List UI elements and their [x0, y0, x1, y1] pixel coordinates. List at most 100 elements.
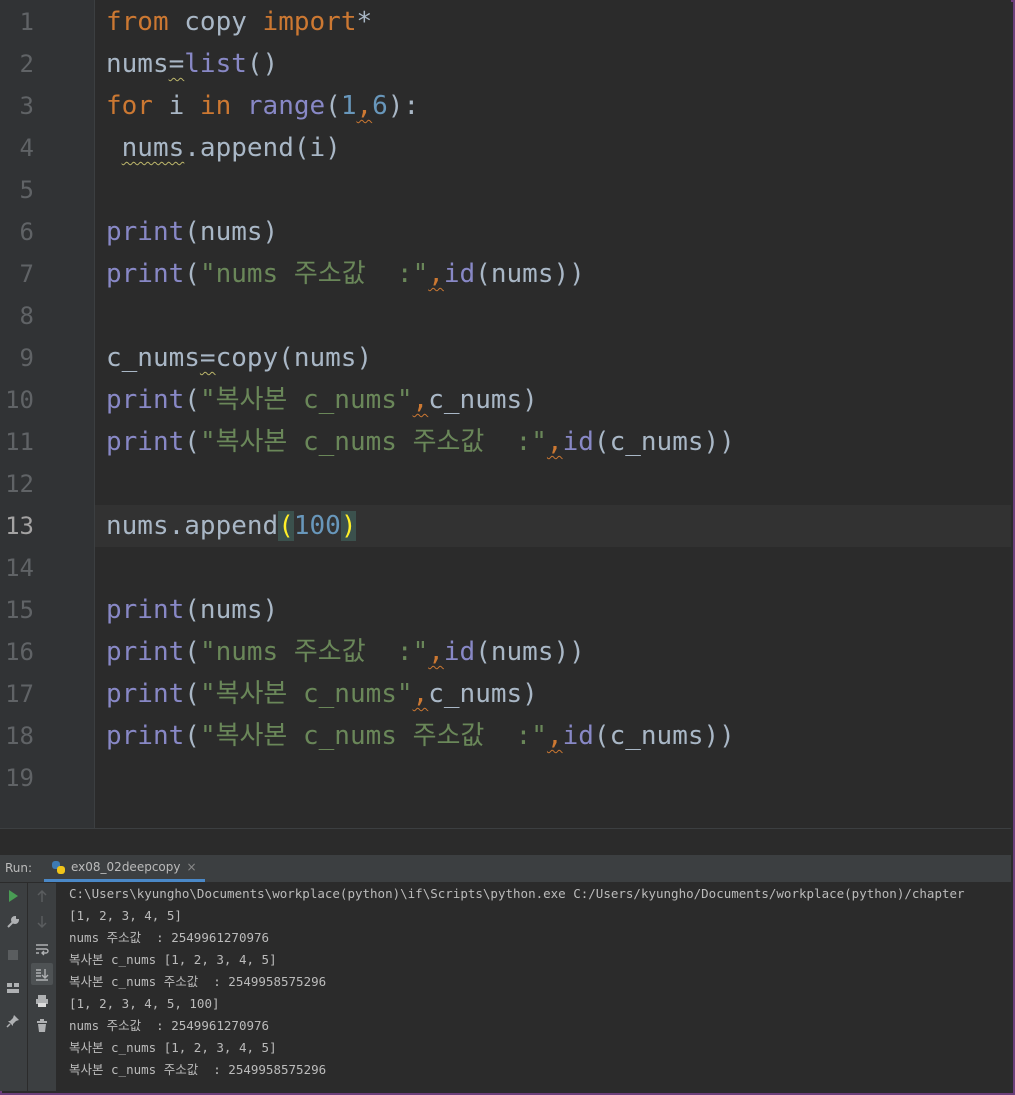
keyword: from: [106, 7, 169, 37]
args: (nums): [184, 217, 279, 247]
code-line[interactable]: print(nums): [106, 589, 278, 631]
comma: ,: [546, 721, 563, 751]
comma: ,: [412, 385, 429, 415]
string-literal: "복사본 c_nums": [199, 679, 413, 709]
code-line[interactable]: nums.append(i): [106, 127, 341, 169]
code-line[interactable]: print("nums 주소값 :",id(nums)): [106, 631, 585, 673]
line-number: 6: [19, 218, 34, 246]
line-number: 19: [5, 764, 34, 792]
args: c_nums): [428, 385, 538, 415]
comma: ,: [412, 679, 429, 709]
keyword: import: [262, 7, 357, 37]
builtin: range: [231, 91, 326, 121]
comma: ,: [428, 259, 444, 289]
code-line[interactable]: print(nums): [106, 211, 278, 253]
line-number-current: 13: [5, 512, 34, 540]
builtin: id: [443, 637, 476, 667]
string-literal: "nums 주소값 :": [199, 259, 429, 289]
run-tool-window-header: Run: ex08_02deepcopy ×: [0, 855, 1011, 883]
identifier: nums: [106, 49, 169, 79]
builtin: print: [106, 217, 185, 247]
paren: (: [184, 259, 200, 289]
code-line[interactable]: print("복사본 c_nums",c_nums): [106, 673, 538, 715]
layout-icon[interactable]: [2, 977, 24, 999]
args: (c_nums)): [593, 427, 735, 457]
builtin: id: [443, 259, 476, 289]
paren: (: [184, 637, 200, 667]
paren: (: [184, 385, 200, 415]
run-console-output[interactable]: C:\Users\kyungho\Documents\workplace(pyt…: [57, 883, 1011, 1091]
code-line[interactable]: for i in range(1,6):: [106, 85, 419, 127]
code-line[interactable]: print("복사본 c_nums 주소값 :",id(c_nums)): [106, 421, 735, 463]
comma: ,: [356, 91, 373, 121]
comma: ,: [546, 427, 563, 457]
up-arrow-icon[interactable]: [31, 885, 53, 907]
down-arrow-icon[interactable]: [31, 911, 53, 933]
line-number: 10: [5, 386, 34, 414]
code-line[interactable]: c_nums=copy(nums): [106, 337, 372, 379]
builtin: print: [106, 679, 185, 709]
identifier: nums: [121, 133, 185, 163]
python-file-icon: [52, 860, 65, 874]
line-number: 11: [5, 428, 34, 456]
line-number: 8: [19, 302, 34, 330]
module-name: copy: [168, 7, 263, 37]
code-line[interactable]: print("복사본 c_nums",c_nums): [106, 379, 538, 421]
line-number: 4: [19, 134, 34, 162]
line-number: 16: [5, 638, 34, 666]
string-literal: "복사본 c_nums": [199, 385, 413, 415]
console-line: 복사본 c_nums 주소값 : 2549958575296: [69, 1062, 327, 1077]
line-number: 14: [5, 554, 34, 582]
console-line: [1, 2, 3, 4, 5, 100]: [69, 996, 220, 1011]
console-line: nums 주소값 : 2549961270976: [69, 1018, 270, 1033]
line-number: 2: [19, 50, 34, 78]
line-number-gutter: 1 2 3 4 5 6 7 8 9 10 11 12 13 14 15 16 1…: [0, 0, 95, 828]
builtin: print: [106, 595, 185, 625]
run-toolbar-primary: [0, 883, 28, 1091]
method-call: .append(i): [184, 133, 341, 163]
code-line-current[interactable]: nums.append(100): [95, 505, 1011, 547]
line-number: 3: [19, 92, 34, 120]
print-icon[interactable]: [31, 990, 53, 1012]
paren: (: [325, 91, 341, 121]
run-toolbar-secondary: [28, 883, 57, 1091]
string-literal: "nums 주소값 :": [199, 637, 429, 667]
paren-match: (: [278, 511, 294, 541]
line-number: 17: [5, 680, 34, 708]
console-line: 복사본 c_nums [1, 2, 3, 4, 5]: [69, 1040, 277, 1055]
paren: (: [184, 427, 200, 457]
keyword: in: [199, 91, 232, 121]
pin-icon[interactable]: [2, 1010, 24, 1032]
soft-wrap-icon[interactable]: [31, 938, 53, 960]
code-line[interactable]: print("nums 주소값 :",id(nums)): [106, 253, 585, 295]
builtin: print: [106, 259, 185, 289]
close-icon[interactable]: ×: [186, 860, 196, 874]
scroll-to-end-icon[interactable]: [31, 963, 53, 985]
code-line[interactable]: from copy import*: [106, 1, 372, 43]
code-editor[interactable]: 1 2 3 4 5 6 7 8 9 10 11 12 13 14 15 16 1…: [0, 0, 1011, 828]
console-line: nums 주소값 : 2549961270976: [69, 930, 270, 945]
code-line[interactable]: nums=list(): [106, 43, 278, 85]
console-line: C:\Users\kyungho\Documents\workplace(pyt…: [69, 886, 965, 901]
builtin: print: [106, 721, 185, 751]
code-line[interactable]: print("복사본 c_nums 주소값 :",id(c_nums)): [106, 715, 735, 757]
trash-icon[interactable]: [31, 1015, 53, 1037]
line-number: 9: [19, 344, 34, 372]
run-icon[interactable]: [2, 885, 24, 907]
args: (nums): [184, 595, 279, 625]
stop-icon[interactable]: [2, 944, 24, 966]
paren-match: ): [340, 511, 357, 541]
args: c_nums): [428, 679, 538, 709]
args: (c_nums)): [593, 721, 735, 751]
paren: ):: [387, 91, 420, 121]
wrench-icon[interactable]: [2, 911, 24, 933]
string-literal: "복사본 c_nums 주소값 :": [199, 427, 547, 457]
line-number: 12: [5, 470, 34, 498]
run-tab-label: ex08_02deepcopy: [71, 860, 181, 874]
args: (nums)): [475, 259, 585, 289]
run-tab[interactable]: ex08_02deepcopy ×: [44, 855, 205, 882]
paren: (: [184, 679, 200, 709]
operator: =: [199, 343, 216, 373]
number: 1: [340, 91, 357, 121]
